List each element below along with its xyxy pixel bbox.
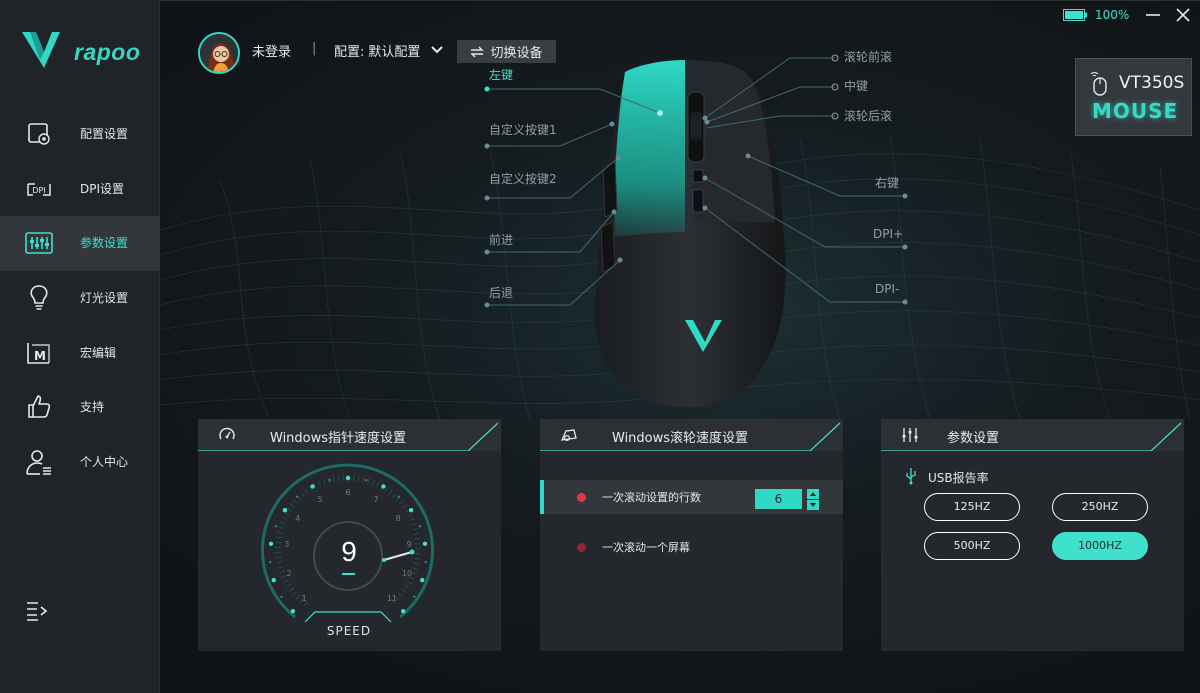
switch-arrows-icon: [470, 46, 485, 57]
scroll-option-screen[interactable]: 一次滚动一个屏幕: [540, 530, 843, 564]
sidebar-item-macro[interactable]: M 宏编辑: [0, 326, 160, 381]
dial-tick-label: 8: [395, 513, 401, 523]
dial-tick-label: 9: [406, 540, 412, 550]
rapoo-v-icon: [22, 32, 60, 68]
profile-label: 配置:: [334, 45, 365, 60]
lines-stepper-input[interactable]: 6: [755, 489, 802, 509]
rate-125hz-button[interactable]: 125HZ: [924, 493, 1020, 521]
scroll-wheel-icon: [560, 429, 577, 442]
callout-dpi-up[interactable]: DPI+: [873, 227, 903, 241]
panel-title: 参数设置: [947, 431, 1000, 446]
device-type: MOUSE: [1092, 99, 1179, 123]
speed-label: SPEED: [326, 624, 372, 638]
thumbs-up-icon: [28, 395, 51, 419]
usb-rate-label: USB报告率: [928, 471, 989, 485]
menu-collapse-icon[interactable]: [25, 600, 49, 622]
radio-dot: [577, 493, 586, 502]
row-label: 一次滚动一个屏幕: [602, 541, 690, 554]
callout-dpi-down[interactable]: DPI-: [875, 282, 899, 296]
chevron-down-icon[interactable]: [430, 45, 444, 55]
svg-text:DPI: DPI: [32, 186, 45, 195]
sliders-icon: [902, 428, 918, 442]
dial-tick-label: 11: [386, 593, 397, 603]
callout-right-click[interactable]: 右键: [875, 174, 899, 191]
sidebar-item-label: 参数设置: [80, 236, 129, 251]
logo-text: rapoo: [74, 39, 141, 65]
profile-value: 默认配置: [368, 45, 421, 60]
macro-icon: M: [27, 342, 50, 364]
sidebar-item-label: 配置设置: [80, 127, 129, 141]
panel-header: [881, 419, 1184, 451]
sidebar-item-label: 个人中心: [80, 455, 129, 470]
row-label: 一次滚动设置的行数: [602, 491, 701, 504]
sidebar-item-dpi[interactable]: DPI DPI设置: [0, 162, 160, 217]
profile-select[interactable]: 配置: 默认配置: [334, 41, 420, 60]
stepper-up-icon[interactable]: [807, 489, 819, 499]
callout-back[interactable]: 后退: [489, 284, 513, 301]
dial-tick-label: 1: [301, 593, 307, 603]
dial-tick-label: 3: [284, 540, 290, 550]
sidebar: rapoo 配置设置 DPI DPI设置 参数设置 灯光设置 M 宏编辑 支持 …: [0, 0, 160, 693]
lightbulb-icon: [30, 285, 48, 310]
callout-custom2[interactable]: 自定义按键2: [489, 170, 557, 187]
dial-tick-label: 6: [345, 488, 351, 497]
switch-device-label: 切换设备: [490, 46, 543, 61]
dial-tick-label: 5: [317, 494, 323, 504]
sidebar-item-profile[interactable]: 个人中心: [0, 435, 160, 490]
rate-250hz-button[interactable]: 250HZ: [1052, 493, 1148, 521]
speed-value: 9: [341, 536, 357, 567]
callout-middle[interactable]: 中键: [844, 77, 868, 94]
callout-forward[interactable]: 前进: [489, 231, 513, 248]
rate-500hz-button[interactable]: 500HZ: [924, 532, 1020, 560]
user-icon: [26, 450, 51, 475]
speedometer-icon: [219, 427, 235, 440]
sidebar-nav: 配置设置 DPI DPI设置 参数设置 灯光设置 M 宏编辑 支持 个人中心: [0, 107, 160, 490]
rapoo-logo: rapoo: [22, 30, 142, 70]
device-name: VT350S: [1119, 73, 1185, 93]
callout-scroll-up[interactable]: 滚轮前滚: [844, 48, 892, 65]
sidebar-item-support[interactable]: 支持: [0, 380, 160, 435]
switch-device-button[interactable]: 切换设备: [457, 40, 556, 63]
battery-icon: [1063, 9, 1087, 21]
header-separator: |: [312, 41, 317, 56]
login-status[interactable]: 未登录: [252, 41, 291, 60]
panel-title: Windows指针速度设置: [270, 431, 407, 446]
stepper-down-icon[interactable]: [807, 500, 819, 510]
callout-left-click[interactable]: 左键: [489, 66, 513, 83]
minimize-icon[interactable]: [1146, 9, 1160, 21]
sidebar-item-config[interactable]: 配置设置: [0, 107, 160, 162]
mouse-illustration: [594, 59, 786, 408]
dial-tick-label: 7: [373, 494, 379, 504]
close-icon[interactable]: [1176, 8, 1190, 22]
dial-tick-label: 4: [295, 513, 301, 523]
sidebar-item-label: 支持: [80, 400, 105, 415]
svg-text:M: M: [34, 349, 46, 363]
sidebar-item-label: DPI设置: [80, 181, 125, 196]
pointer-speed-panel: Windows指针速度设置: [198, 419, 501, 651]
sidebar-item-label: 灯光设置: [80, 291, 129, 306]
usb-icon: [906, 468, 916, 485]
battery-level: 100%: [1095, 8, 1130, 22]
radio-dot: [577, 543, 586, 552]
dial-tick-label: 2: [286, 569, 292, 579]
avatar[interactable]: [198, 32, 240, 74]
sidebar-item-params[interactable]: 参数设置: [0, 216, 160, 272]
dial-tick-label: 10: [401, 569, 413, 579]
dpi-icon: DPI: [27, 182, 51, 196]
panel-title: Windows滚轮速度设置: [612, 431, 749, 446]
callout-scroll-down[interactable]: 滚轮后滚: [844, 107, 892, 124]
row-indicator: [540, 480, 544, 514]
sliders-icon: [25, 232, 53, 255]
config-icon: [28, 123, 50, 145]
wireless-mouse-icon: [1090, 72, 1107, 96]
callout-custom1[interactable]: 自定义按键1: [489, 121, 557, 138]
rate-1000hz-button[interactable]: 1000HZ: [1052, 532, 1148, 560]
sidebar-item-lighting[interactable]: 灯光设置: [0, 271, 160, 326]
sidebar-item-label: 宏编辑: [80, 345, 117, 360]
